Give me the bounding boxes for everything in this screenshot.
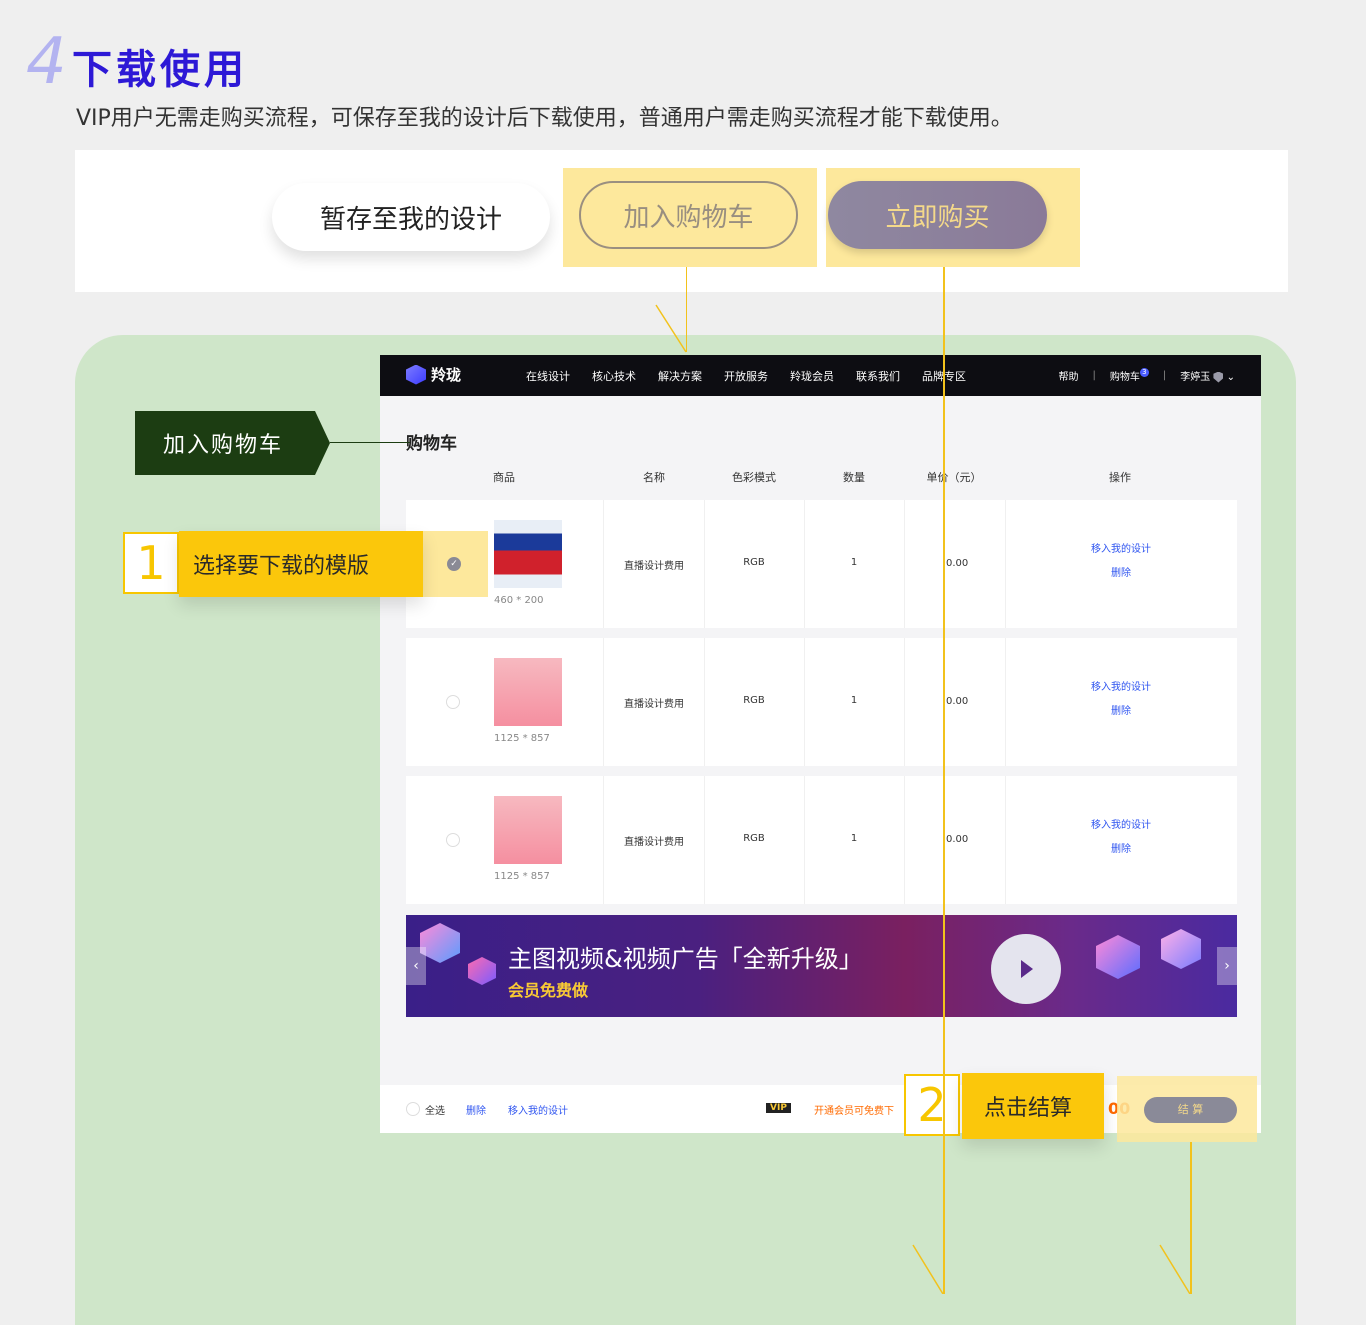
arrow-head-line	[1159, 1244, 1191, 1294]
arrow-head-line	[655, 304, 687, 353]
arrow-head-line	[912, 1244, 944, 1294]
arrow-overlay	[655, 304, 1191, 1294]
